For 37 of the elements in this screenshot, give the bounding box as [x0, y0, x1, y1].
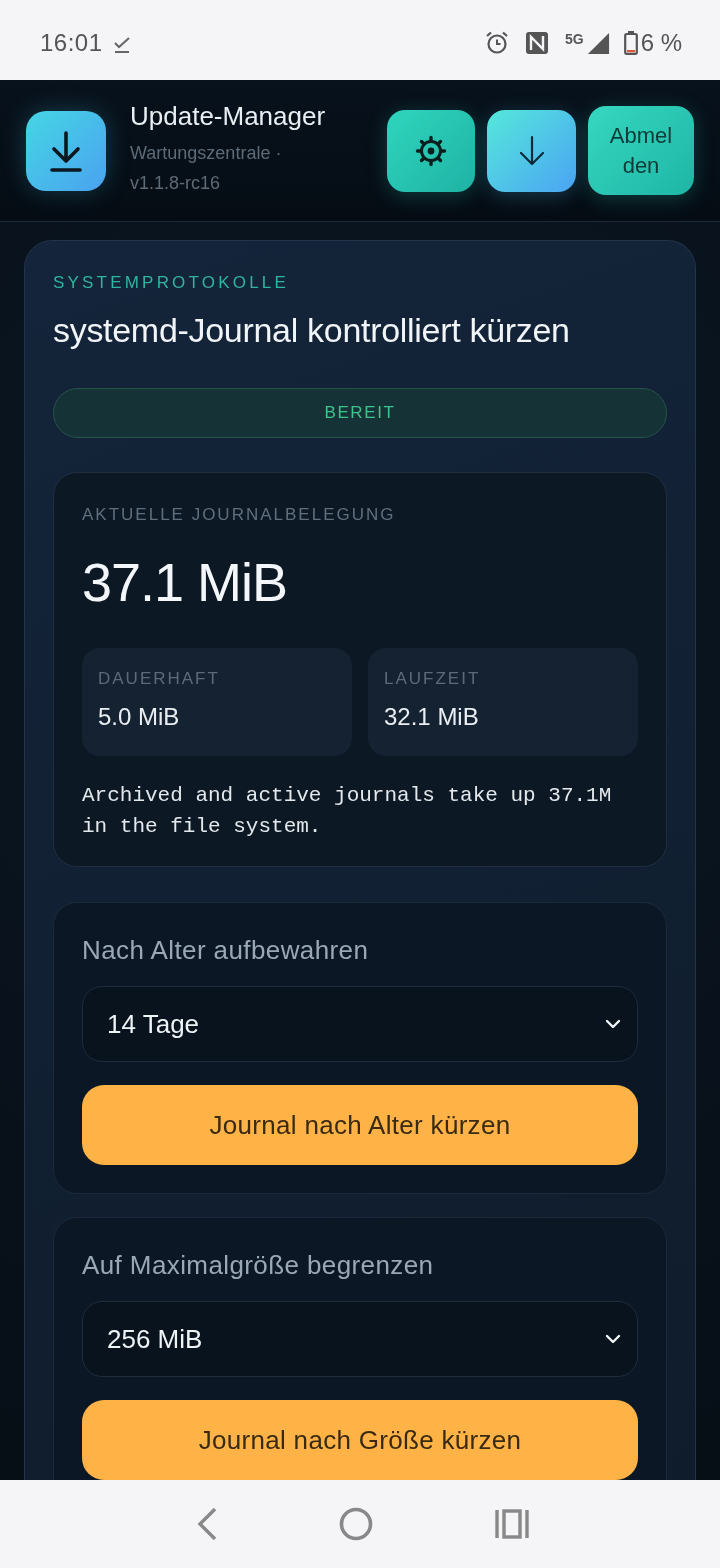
tile-label: LAUFZEIT [384, 668, 482, 690]
usage-value: 37.1 MiB [82, 551, 289, 614]
download-tray-icon [26, 110, 106, 191]
battery-icon [623, 31, 638, 55]
check-icon [112, 36, 131, 54]
back-icon[interactable] [195, 1507, 218, 1541]
chevron-down-icon [605, 1334, 621, 1344]
alarm-icon [484, 31, 509, 55]
home-icon[interactable] [339, 1507, 374, 1541]
arrow-down-icon [517, 134, 546, 167]
select-field[interactable]: 14 Tage [82, 986, 638, 1062]
clock-time: 16:01 [40, 29, 103, 57]
field-label: Nach Alter aufbewahren [82, 934, 370, 966]
app-subtitle: Wartungszentrale · v1.1.8-rc16 [130, 141, 283, 195]
tile-value: 5.0 MiB [98, 702, 181, 732]
status-badge: BEREIT [53, 388, 667, 438]
battery-percent: 6 % [640, 29, 682, 57]
select-field[interactable]: 256 MiB [82, 1301, 638, 1377]
chevron-down-icon [605, 1019, 621, 1029]
signal-icon [586, 31, 610, 55]
nfc-icon [524, 31, 549, 55]
trim-button[interactable]: Journal nach Größe kürzen [82, 1400, 638, 1480]
logout-button[interactable]: Abmelden [588, 106, 694, 195]
section-eyebrow: SYSTEMPROTOKOLLE [53, 272, 291, 294]
usage-note: Archived and active journals take up 37.1M in the file system. [82, 783, 613, 840]
field-label: Auf Maximalgröße begrenzen [82, 1249, 435, 1281]
settings-icon [415, 134, 447, 167]
tile-value: 32.1 MiB [384, 702, 480, 732]
panel-title: systemd-Journal kontrolliert kürzen [53, 310, 571, 351]
network-type: 5G [564, 31, 584, 47]
app-title: Update-Manager [130, 99, 327, 132]
trim-button[interactable]: Journal nach Alter kürzen [82, 1085, 638, 1165]
recent-apps-icon[interactable] [495, 1509, 530, 1539]
settings-button[interactable] [387, 109, 475, 192]
tile-label: DAUERHAFT [98, 668, 221, 690]
download-button[interactable] [487, 109, 576, 192]
usage-label: AKTUELLE JOURNALBELEGUNG [82, 504, 397, 526]
